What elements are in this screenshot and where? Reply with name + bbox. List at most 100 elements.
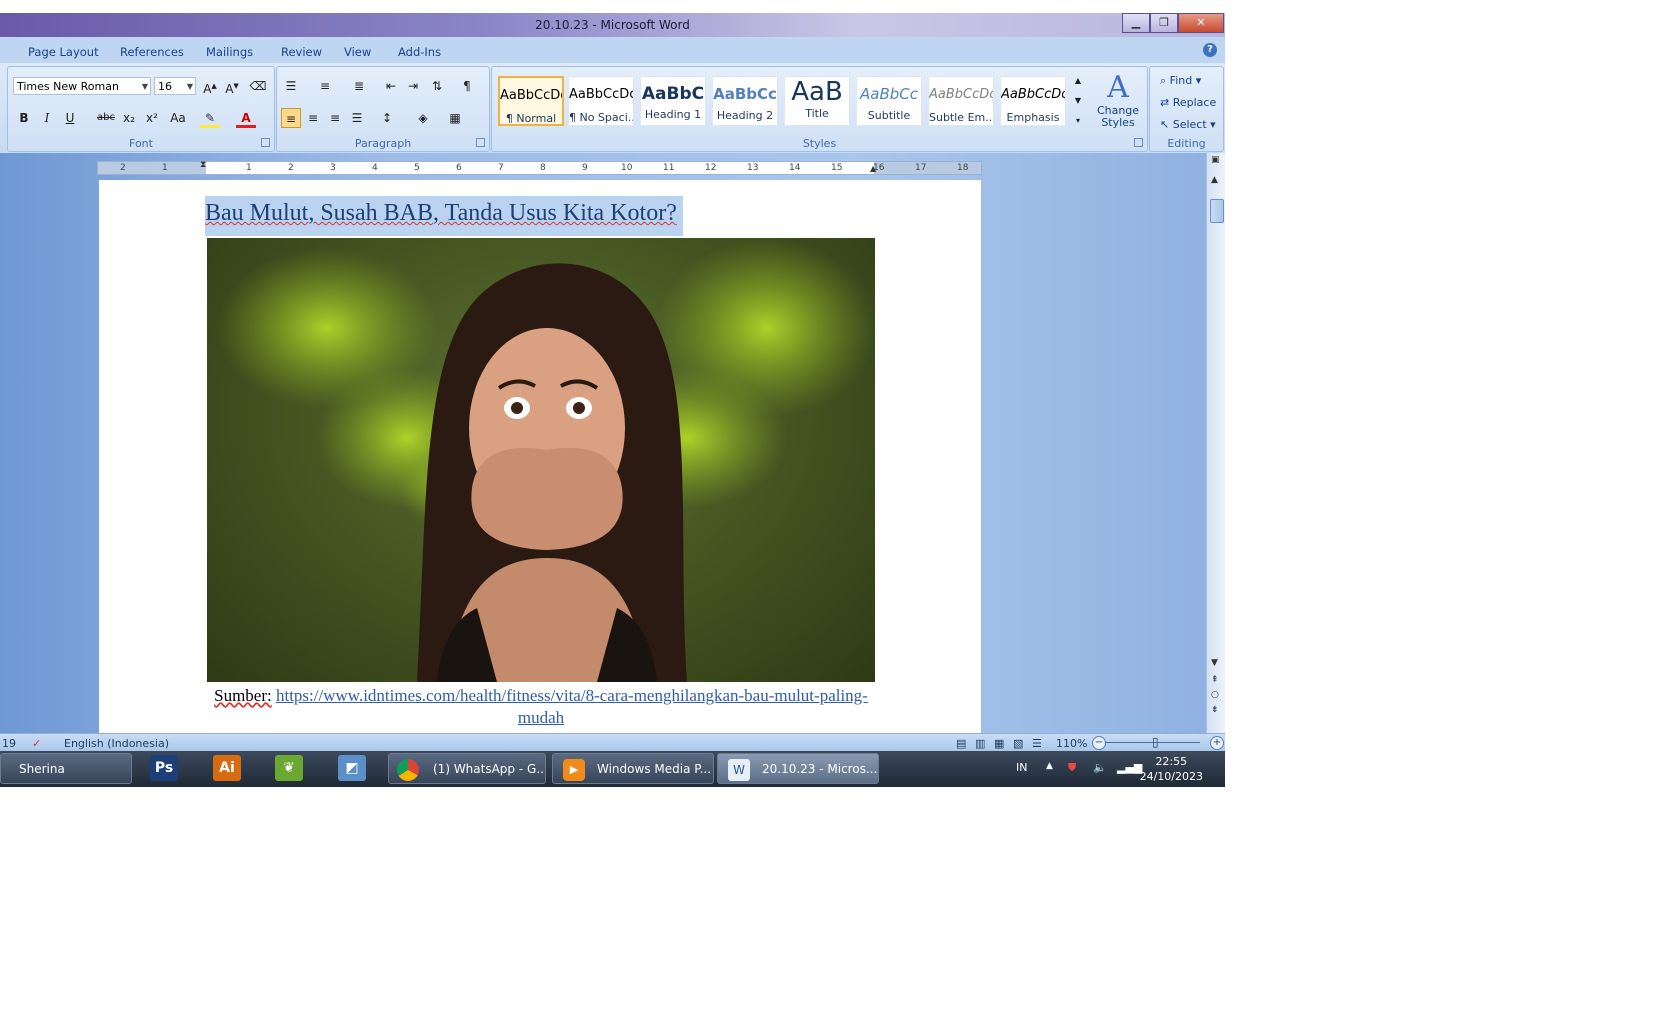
indent-marker-icon[interactable]: ⧗ <box>200 160 206 170</box>
style-emphasis[interactable]: AaBbCcDc Emphasis <box>1000 76 1066 126</box>
multilevel-list-icon[interactable]: ≣ <box>349 76 369 96</box>
styles-scroll-up-icon[interactable]: ▲ <box>1068 73 1088 89</box>
app-pane-icon[interactable]: ◩ <box>338 755 366 781</box>
show-hidden-icons-icon[interactable]: ▲ <box>1046 761 1053 771</box>
proofing-icon[interactable]: ✓ <box>32 737 41 750</box>
ruler-toggle-icon[interactable]: ▣ <box>1211 155 1220 165</box>
font-name-combo[interactable]: Times New Roman ▼ <box>13 77 151 95</box>
style-normal[interactable]: AaBbCcDc ¶ Normal <box>498 76 564 126</box>
app-leaf-icon[interactable]: ❦ <box>275 755 303 781</box>
network-signal-icon[interactable]: ▂▄▆ <box>1117 761 1142 774</box>
tab-add-ins[interactable]: Add-Ins <box>398 45 441 59</box>
highlight-icon[interactable]: ✎ <box>200 108 220 128</box>
tab-review[interactable]: Review <box>281 45 322 59</box>
zoom-out-icon[interactable]: − <box>1092 736 1106 750</box>
align-right-icon[interactable]: ≡ <box>325 108 345 128</box>
outline-icon[interactable]: ▧ <box>1013 737 1023 750</box>
scroll-up-icon[interactable]: ▲ <box>1211 175 1218 185</box>
zoom-slider-thumb[interactable]: ▯ <box>1152 735 1159 749</box>
change-case-icon[interactable]: Aa <box>168 108 188 128</box>
tab-view[interactable]: View <box>344 45 371 59</box>
superscript-icon[interactable]: x² <box>142 108 162 128</box>
shrink-font-icon[interactable]: A▼ <box>222 76 242 96</box>
tab-references[interactable]: References <box>120 45 184 59</box>
line-spacing-icon[interactable]: ↕ <box>377 108 397 128</box>
horizontal-ruler[interactable]: 2 1 1 2 3 4 5 6 7 8 9 10 11 12 13 14 15 … <box>97 160 982 175</box>
show-formatting-icon[interactable]: ¶ <box>457 76 477 96</box>
borders-icon[interactable]: ▦ <box>445 108 465 128</box>
strikethrough-icon[interactable]: abc <box>96 108 116 128</box>
page-number[interactable]: 19 <box>2 737 16 750</box>
photoshop-icon[interactable]: Ps <box>150 755 178 781</box>
style-subtle-emphasis[interactable]: AaBbCcDc Subtle Em... <box>928 76 994 126</box>
select-button[interactable]: ↖ Select ▾ <box>1160 118 1216 131</box>
dialog-launcher-icon[interactable] <box>261 138 270 147</box>
dialog-launcher-icon[interactable] <box>1134 138 1143 147</box>
help-icon[interactable]: ? <box>1203 43 1217 57</box>
safely-remove-hardware-icon[interactable]: ⛊ <box>1068 761 1076 775</box>
grow-font-icon[interactable]: A▲ <box>200 76 220 96</box>
scrollbar-thumb[interactable] <box>1210 199 1224 223</box>
full-screen-reading-icon[interactable]: ▥ <box>975 737 985 750</box>
document-page[interactable]: Bau Mulut, Susah BAB, Tanda Usus Kita Ko… <box>99 180 981 733</box>
style-subtitle[interactable]: AaBbCc Subtitle <box>856 76 922 126</box>
web-layout-icon[interactable]: ▦ <box>994 737 1004 750</box>
style-no-spacing[interactable]: AaBbCcDc ¶ No Spaci... <box>568 76 634 126</box>
vertical-scrollbar[interactable]: ▣ ▲ ▼ ⇞ ○ ⇟ <box>1206 153 1225 733</box>
tab-mailings[interactable]: Mailings <box>206 45 253 59</box>
decrease-indent-icon[interactable]: ⇤ <box>381 76 401 96</box>
minimize-button[interactable]: ▁ <box>1122 13 1150 33</box>
clear-formatting-icon[interactable]: ⌫ <box>248 76 268 96</box>
input-language-indicator[interactable]: IN <box>1016 761 1027 774</box>
numbering-icon[interactable]: ≡ <box>315 76 335 96</box>
taskbar-user-button[interactable]: Sherina <box>0 753 132 784</box>
style-title[interactable]: AaB Title <box>784 76 850 126</box>
bold-icon[interactable]: B <box>14 108 34 128</box>
bullets-icon[interactable]: ☰ <box>281 76 301 96</box>
document-heading[interactable]: Bau Mulut, Susah BAB, Tanda Usus Kita Ko… <box>205 196 683 236</box>
styles-scroll-down-icon[interactable]: ▼ <box>1068 93 1088 109</box>
increase-indent-icon[interactable]: ⇥ <box>403 76 423 96</box>
maximize-button[interactable]: ❐ <box>1150 13 1178 33</box>
underline-icon[interactable]: U <box>60 108 80 128</box>
illustrator-icon[interactable]: Ai <box>213 755 241 781</box>
dialog-launcher-icon[interactable] <box>476 138 485 147</box>
find-button[interactable]: ⌕ Find ▾ <box>1160 74 1201 88</box>
font-color-icon[interactable]: A <box>236 108 256 128</box>
zoom-level[interactable]: 110% <box>1056 737 1087 750</box>
taskbar-window-word[interactable]: W 20.10.23 - Micros... <box>717 753 879 784</box>
source-link[interactable]: https://www.idntimes.com/health/fitness/… <box>276 686 868 727</box>
document-image[interactable] <box>207 238 875 682</box>
shading-icon[interactable]: ◈ <box>413 108 433 128</box>
style-preview: AaBbCc <box>713 85 777 103</box>
zoom-in-icon[interactable]: + <box>1210 736 1224 750</box>
styles-more-icon[interactable]: ▾ <box>1068 113 1088 129</box>
style-heading-1[interactable]: AaBbC Heading 1 <box>640 76 706 126</box>
taskbar-window-media-player[interactable]: ▶ Windows Media P... <box>552 753 714 784</box>
align-center-icon[interactable]: ≡ <box>303 108 323 128</box>
language-indicator[interactable]: English (Indonesia) <box>64 737 169 750</box>
style-heading-2[interactable]: AaBbCc Heading 2 <box>712 76 778 126</box>
close-button[interactable]: ✕ <box>1178 13 1224 33</box>
volume-icon[interactable]: 🔈 <box>1093 761 1107 774</box>
select-browse-object-icon[interactable]: ○ <box>1211 690 1219 700</box>
right-indent-marker-icon[interactable]: ▲ <box>870 164 876 173</box>
font-size-combo[interactable]: 16 ▼ <box>154 77 196 95</box>
next-page-icon[interactable]: ⇟ <box>1211 705 1219 715</box>
taskbar-window-whatsapp[interactable]: (1) WhatsApp - G... <box>388 753 546 784</box>
align-left-icon[interactable]: ≡ <box>281 108 301 128</box>
system-clock[interactable]: 22:55 24/10/2023 <box>1140 754 1203 784</box>
italic-icon[interactable]: I <box>37 108 57 128</box>
sort-icon[interactable]: ⇅ <box>427 76 447 96</box>
style-preview: AaB <box>791 77 843 107</box>
editing-group: ⌕ Find ▾ ⇄ Replace ↖ Select ▾ Editing <box>1149 66 1224 152</box>
justify-icon[interactable]: ☰ <box>347 108 367 128</box>
print-layout-icon[interactable]: ▤ <box>956 737 966 750</box>
replace-button[interactable]: ⇄ Replace <box>1160 96 1216 109</box>
previous-page-icon[interactable]: ⇞ <box>1211 675 1219 685</box>
change-styles-button[interactable]: A Change Styles <box>1092 71 1144 133</box>
tab-page-layout[interactable]: Page Layout <box>28 45 99 59</box>
subscript-icon[interactable]: x₂ <box>119 108 139 128</box>
scroll-down-icon[interactable]: ▼ <box>1211 658 1218 668</box>
draft-icon[interactable]: ☰ <box>1032 737 1042 750</box>
